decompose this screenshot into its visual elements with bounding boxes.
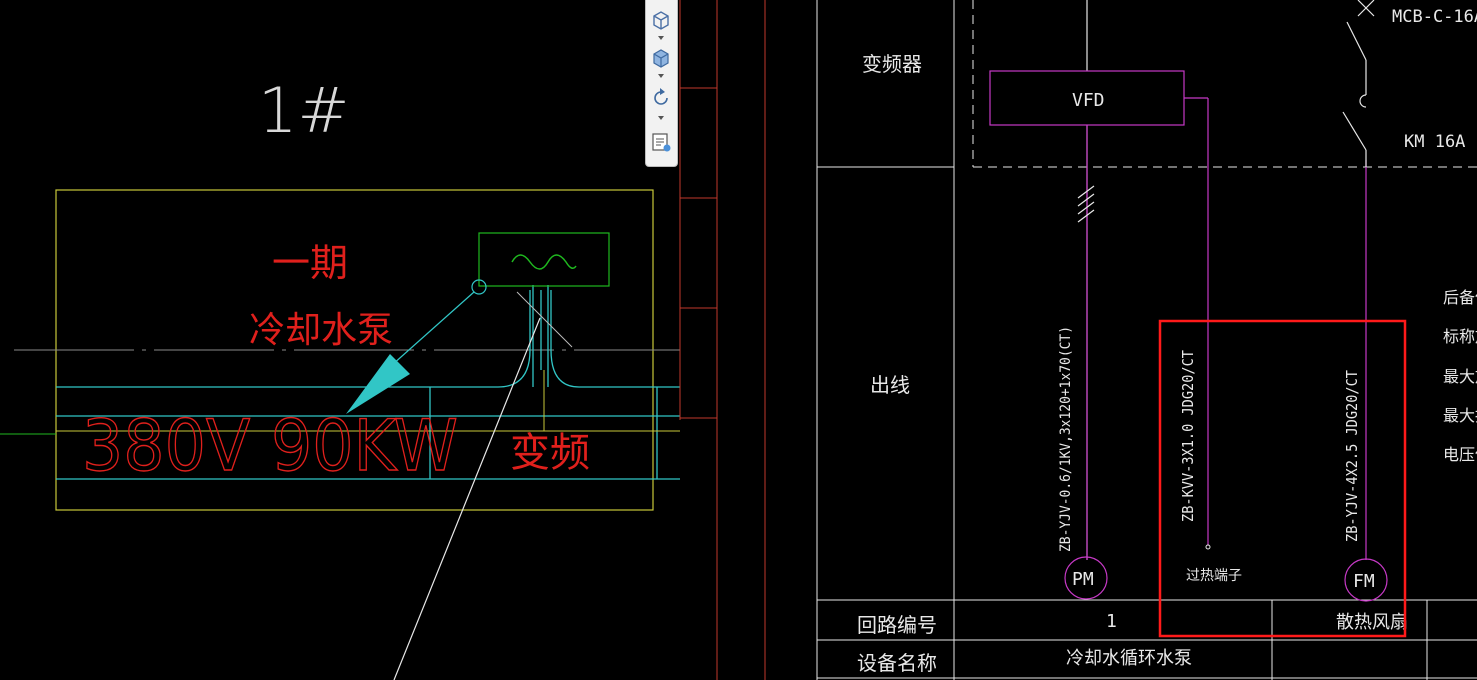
km-label: KM 16A [1404,132,1465,152]
right-note: 电压保 [1443,445,1477,464]
vfd-symbol-box [478,232,610,287]
plan-view: 1# 一期 冷却水泵 380V 90KW 变频 [0,74,680,680]
vfd-note: 变频 [510,430,590,476]
right-note: 最大持 [1443,406,1477,425]
terminal-dot [1205,544,1211,550]
view-toolbar [645,0,678,167]
white-leader [393,317,541,680]
vfd-box-label: VFD [1072,90,1105,111]
tilde-icon [511,254,577,270]
thermal-terminal-label: 过热端子 [1186,568,1242,584]
chevron-down-icon[interactable] [658,116,664,120]
red-grid-lines [679,0,766,680]
room-label: 1# [258,74,349,147]
right-note: 最大放 [1443,367,1477,386]
phase-label: 一期 [272,241,348,285]
white-tick [516,291,573,348]
right-note: 标称放 [1443,327,1477,346]
cube-solid-icon[interactable] [649,46,673,70]
view-properties-icon[interactable] [649,130,673,154]
row-header-circuit-no: 回路编号 [857,613,937,637]
cube-wire-icon[interactable] [649,8,673,32]
cable-fan-label: ZB-YJV-4X2.5 JDG20/CT [1343,370,1361,542]
fan-motor-label: FM [1353,571,1375,592]
mcb-label: MCB-C-16A/ [1392,7,1477,27]
circuit-no-value: 1 [1106,611,1117,632]
leader-line [391,291,475,366]
right-notes: 后备保 标称放 最大放 最大持 电压保 [1443,288,1477,464]
cable-main-label: ZB-YJV-0.6/1KV,3x120+1x70(CT) [1058,326,1074,552]
row-header-outgoing: 出线 [870,373,910,397]
fan-name-value: 散热风扇 [1336,612,1408,633]
cable-hatch-marks [1077,185,1095,223]
chevron-down-icon[interactable] [658,36,664,40]
schematic-table [816,0,1477,680]
pump-motor-label: PM [1072,569,1094,590]
right-note: 后备保 [1443,288,1477,307]
row-header-vfd: 变频器 [862,52,922,76]
chevron-down-icon[interactable] [658,74,664,78]
orbit-icon[interactable] [649,86,673,110]
rating-label: 380V 90KW [82,405,458,487]
mcb-symbol [1342,0,1375,167]
row-header-device-name: 设备名称 [857,651,937,675]
cable-control-label: ZB-KVV-3X1.0 JDG20/CT [1179,350,1197,522]
cad-canvas[interactable]: 1# 一期 冷却水泵 380V 90KW 变频 变频器 出线 回路编号 设备名称… [0,0,1477,680]
device-name-value: 冷却水循环水泵 [1066,648,1192,669]
pump-label: 冷却水泵 [249,310,393,351]
